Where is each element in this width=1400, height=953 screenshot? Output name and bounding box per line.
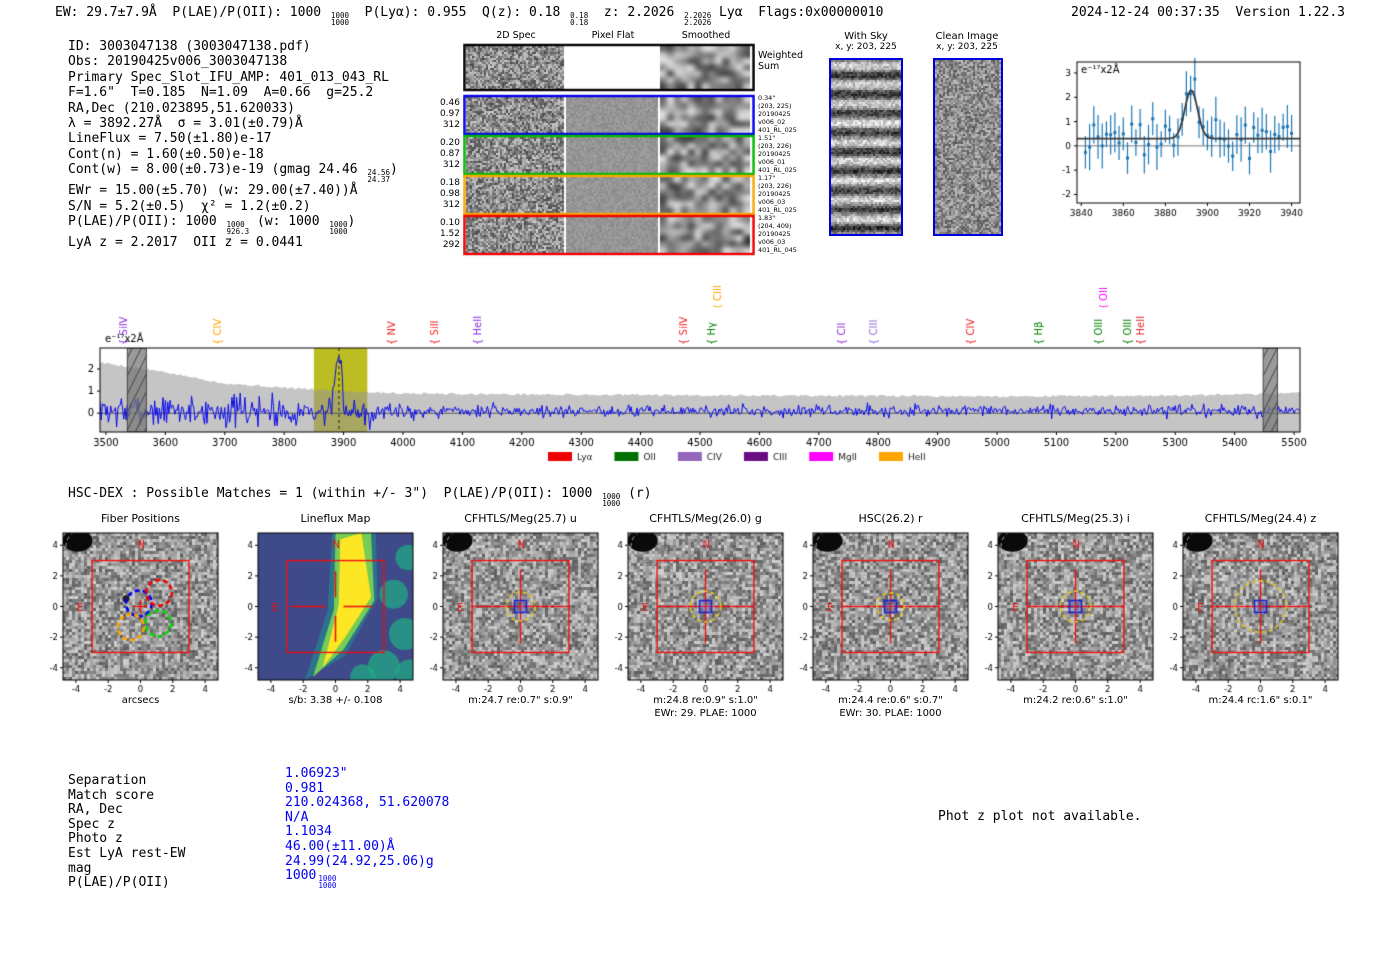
r-band-cutout (791, 531, 973, 699)
match-row-value: 24.99(24.92,25.06)g (285, 853, 434, 869)
match-row-label: Est LyA rest-EW (68, 845, 186, 861)
z-band-cutout (1161, 531, 1343, 699)
info-line: F=1.6" T=0.185 N=1.09 A=0.66 g=25.2 (68, 85, 374, 101)
detection-info: ID: 3003047138 (3003047138.pdf) Obs: 2019… (68, 39, 398, 250)
match-row-label: Match score (68, 787, 155, 803)
match-row-label: mag (68, 860, 92, 876)
stacked-fraction: 24.56 24.37 (367, 168, 390, 185)
match-row-label: RA, Dec (68, 802, 123, 818)
match-row-label: Spec z (68, 816, 115, 832)
info-line: RA,Dec (210.023895,51.620033) (68, 100, 295, 116)
with-sky-image (829, 58, 903, 236)
info-line: LineFlux = 7.50(±1.80)e-17 (68, 131, 272, 147)
stacked-fraction: 1000 1000 (330, 11, 349, 27)
version-label: Version 1.22.3 (1235, 5, 1345, 20)
g-band-cutout (606, 531, 788, 699)
cutout-xlabel-u: m:24.7 re:0.7" s:0.9" (468, 695, 573, 706)
match-detail-labels: Separation Match score RA, Dec Spec z Photo … (68, 773, 186, 891)
stacked-fraction: 1000 1000 (329, 220, 348, 237)
cutout-title-fiber-positions: Fiber Positions (101, 512, 180, 525)
stacked-fraction: 1000 1000 (602, 492, 621, 508)
weighted-sum-label: Weighted Sum (758, 50, 803, 72)
info-line: λ = 3892.27Å σ = 3.01(±0.79)Å (68, 116, 303, 132)
match-row-value: 1000 1000 1000 (285, 868, 337, 891)
info-line: S/N = 5.2(±0.5) χ² = 1.2(±0.2) (68, 198, 311, 214)
line-fit-plot (1035, 45, 1325, 240)
fiber-weight-labels: 0.18 0.98 312 (439, 178, 460, 210)
match-row-value: 210.024368, 51.620078 (285, 795, 450, 811)
match-row-value: N/A (285, 809, 309, 825)
u-band-cutout (421, 531, 603, 699)
spec2d-col-title-smoothed: Smoothed (681, 30, 731, 41)
stacked-fraction: 2.2026 2.2026 (684, 11, 712, 27)
header-meta: 2024-12-24 00:37:35 Version 1.22.3 (1000, 5, 1345, 20)
info-line: Cont(n) = 1.60(±0.50)e-18 (68, 146, 264, 162)
fiber-weight-labels: 0.46 0.97 312 (439, 98, 460, 130)
stacked-fraction: 1000 1000 (318, 874, 337, 891)
match-row-label: Separation (68, 773, 147, 788)
info-line: P(LAE)/P(OII): 1000 1000 926.3 (w: 1000 1… (68, 214, 356, 237)
clean-image (933, 58, 1003, 236)
cutout-ewr-g: EWr: 29. PLAE: 1000 (654, 708, 757, 719)
info-line: ID: 3003047138 (3003047138.pdf) (68, 39, 311, 54)
match-row-value: 0.981 (285, 780, 325, 796)
full-spectrum-plot (55, 266, 1345, 466)
stacked-fraction: 1000 926.3 (226, 220, 250, 237)
match-row-value: 1.1034 (285, 824, 332, 840)
info-line: LyA z = 2.2017 OII z = 0.0441 (68, 235, 303, 251)
info-line: Obs: 20190425v006_3003047138 (68, 54, 288, 70)
cutout-xlabel-fiber: arcsecs (121, 695, 160, 706)
fiber-positions-cutout (41, 531, 223, 699)
with-sky-title: With Sky x, y: 203, 225 (835, 31, 897, 52)
lineflux-map-cutout (236, 531, 418, 699)
match-row-value: 46.00(±11.00)Å (285, 838, 395, 854)
cutout-xlabel-r: m:24.4 re:0.6" s:0.7" (838, 695, 943, 706)
match-row-label: P(LAE)/P(OII) (68, 875, 170, 891)
cutout-title-z-band: CFHTLS/Meg(24.4) z (1204, 512, 1317, 525)
cutout-ewr-r: EWr: 30. PLAE: 1000 (839, 708, 942, 719)
cutout-xlabel-i: m:24.2 re:0.6" s:1.0" (1023, 695, 1128, 706)
cutout-title-r-band: HSC(26.2) r (858, 512, 923, 525)
phot-z-note: Phot z plot not available. (938, 809, 1142, 824)
fiber-detail-labels: 1.17" (203, 226) 20190425 v006_03 401_RL_025 (758, 174, 797, 214)
spec2d-col-title-2dspec: 2D Spec (496, 30, 536, 41)
match-detail-values: 1.06923" 0.981 210.024368, 51.620078 N/A 1.1… (285, 766, 450, 891)
info-line: EWr = 15.00(±5.70) (w: 29.00(±7.40))Å (68, 183, 358, 199)
fiber-detail-labels: 1.83" (204, 409) 20190425 v006_03 401_RL_045 (758, 214, 797, 254)
match-row-value: 1.06923" (285, 766, 348, 781)
fiber-detail-labels: 0.34" (203, 225) 20190425 v006_02 401_RL_025 (758, 94, 797, 134)
cutout-xlabel-z: m:24.4 rc:1.6" s:0.1" (1208, 695, 1313, 706)
cutout-xlabel-g: m:24.8 re:0.9" s:1.0" (653, 695, 758, 706)
cutout-title-u-band: CFHTLS/Meg(25.7) u (464, 512, 577, 525)
cutout-xlabel-map: s/b: 3.38 +/- 0.108 (288, 695, 383, 706)
spec2d-cutout-grid (463, 43, 755, 257)
header-summary: EW: 29.7±7.9Å P(LAE)/P(OII): 1000 1000 10… (55, 5, 884, 27)
info-line: Primary Spec_Slot_IFU_AMP: 401_013_043_R… (68, 69, 389, 85)
cutout-title-g-band: CFHTLS/Meg(26.0) g (649, 512, 762, 525)
i-band-cutout (976, 531, 1158, 699)
clean-image-title: Clean Image x, y: 203, 225 (935, 31, 999, 52)
fiber-weight-labels: 0.20 0.87 312 (439, 138, 460, 170)
spec2d-col-title-pixelflat: Pixel Flat (591, 30, 635, 41)
fiber-weight-labels: 0.10 1.52 292 (439, 218, 460, 250)
lae-detection-report: EW: 29.7±7.9Å P(LAE)/P(OII): 1000 1000 10… (0, 0, 1400, 953)
fiber-detail-labels: 1.51" (203, 226) 20190425 v006_01 401_RL_025 (758, 134, 797, 174)
catalog-match-summary: HSC-DEX : Possible Matches = 1 (within +… (68, 486, 652, 508)
info-line: Cont(w) = 8.00(±0.73)e-19 (gmag 24.46 24… (68, 162, 398, 185)
timestamp: 2024-12-24 00:37:35 (1071, 5, 1220, 20)
cutout-title-lineflux-map: Lineflux Map (300, 512, 371, 525)
cutout-title-i-band: CFHTLS/Meg(25.3) i (1021, 512, 1130, 525)
match-row-label: Photo z (68, 831, 123, 847)
stacked-fraction: 0.18 0.18 (570, 11, 589, 27)
